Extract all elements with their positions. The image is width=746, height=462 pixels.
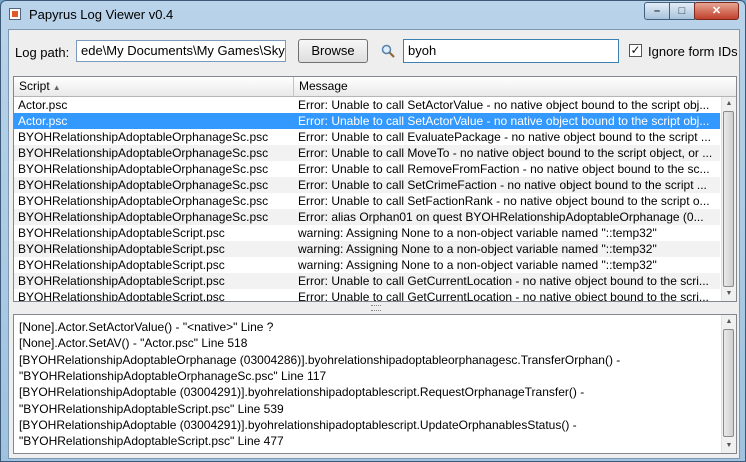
trace-line: [BYOHRelationshipAdoptable (03004291)].b…: [19, 385, 585, 400]
cell-message: Error: Unable to call GetCurrentLocation…: [298, 274, 709, 288]
table-row[interactable]: BYOHRelationshipAdoptableOrphanageSc.psc…: [14, 177, 720, 193]
table-row[interactable]: Actor.psc Error: Unable to call SetActorV…: [14, 97, 720, 113]
client-area: Log path: ede\My Documents\My Games\Skyr…: [8, 29, 740, 459]
cell-script: BYOHRelationshipAdoptableScript.psc: [18, 274, 225, 288]
cell-script: BYOHRelationshipAdoptableScript.psc: [18, 242, 225, 256]
sort-ascending-icon: ▲: [52, 83, 61, 92]
cell-message: Error: Unable to call EvaluatePackage - …: [298, 130, 711, 144]
table-row[interactable]: BYOHRelationshipAdoptableScript.psc warni…: [14, 257, 720, 273]
table-row[interactable]: BYOHRelationshipAdoptableScript.psc warni…: [14, 241, 720, 257]
pane-splitter[interactable]: [13, 302, 735, 312]
splitter-grip-icon[interactable]: [371, 305, 381, 311]
trace-line: [BYOHRelationshipAdoptableOrphanage (030…: [19, 352, 621, 367]
cell-script: BYOHRelationshipAdoptableOrphanageSc.psc: [18, 130, 269, 144]
table-header: Script ▲ Message: [14, 77, 736, 97]
log-path-input[interactable]: ede\My Documents\My Games\Skyrim: [76, 40, 286, 62]
table-scrollbar[interactable]: ▲ ▼: [721, 97, 736, 301]
trace-scrollbar-thumb[interactable]: [723, 329, 734, 437]
trace-line: [BYOHRelationshipAdoptable (03004291)].b…: [19, 417, 577, 432]
cell-message: warning: Assigning None to a non-object …: [298, 242, 657, 256]
table-row[interactable]: BYOHRelationshipAdoptableScript.psc Error…: [14, 273, 720, 289]
browse-button[interactable]: Browse: [298, 39, 368, 63]
ignore-form-ids-checkbox[interactable]: ✓: [629, 44, 642, 57]
cell-message: Error: Unable to call RemoveFromFaction …: [298, 162, 710, 176]
cell-script: BYOHRelationshipAdoptableOrphanageSc.psc: [18, 146, 269, 160]
cell-message: Error: Unable to call SetCrimeFaction - …: [298, 178, 707, 192]
cell-message: Error: alias Orphan01 on quest BYOHRelat…: [298, 210, 704, 224]
log-path-label: Log path:: [15, 45, 70, 60]
trace-scroll-down-icon[interactable]: ▼: [722, 439, 736, 453]
trace-line: "BYOHRelationshipAdoptableOrphanageSc.ps…: [19, 368, 327, 383]
trace-line: [None].Actor.SetActorValue() - "<native>…: [19, 320, 274, 334]
log-table: Script ▲ Message Actor.psc Error: Unable t…: [13, 76, 737, 302]
table-row[interactable]: BYOHRelationshipAdoptableScript.psc warni…: [14, 225, 720, 241]
table-row[interactable]: BYOHRelationshipAdoptableScript.psc Error…: [14, 289, 720, 302]
cell-message: warning: Assigning None to a non-object …: [298, 226, 657, 240]
column-header-script[interactable]: Script ▲: [14, 77, 294, 96]
column-header-script-label: Script: [19, 79, 50, 93]
table-row[interactable]: BYOHRelationshipAdoptableOrphanageSc.psc…: [14, 145, 720, 161]
cell-script: BYOHRelationshipAdoptableOrphanageSc.psc: [18, 210, 269, 224]
minimize-button[interactable]: –: [644, 2, 670, 20]
ignore-form-ids-label[interactable]: Ignore form IDs: [648, 44, 738, 59]
magnifier-icon: [381, 44, 395, 58]
column-header-message[interactable]: Message: [294, 77, 722, 96]
trace-line: "BYOHRelationshipAdoptableScript.psc" Li…: [19, 401, 284, 416]
cell-script: BYOHRelationshipAdoptableScript.psc: [18, 226, 225, 240]
cell-script: BYOHRelationshipAdoptableOrphanageSc.psc: [18, 178, 269, 192]
table-row[interactable]: BYOHRelationshipAdoptableOrphanageSc.psc…: [14, 161, 720, 177]
cell-message: Error: Unable to call MoveTo - no native…: [298, 146, 713, 160]
cell-script: BYOHRelationshipAdoptableScript.psc: [18, 290, 225, 302]
scroll-down-icon[interactable]: ▼: [722, 287, 736, 301]
app-icon: [9, 8, 21, 20]
cell-message: warning: Assigning None to a non-object …: [298, 258, 657, 272]
table-row[interactable]: BYOHRelationshipAdoptableOrphanageSc.psc…: [14, 209, 720, 225]
table-row[interactable]: Actor.psc Error: Unable to call SetActorV…: [14, 113, 720, 129]
cell-script: BYOHRelationshipAdoptableOrphanageSc.psc: [18, 162, 269, 176]
cell-script: Actor.psc: [18, 114, 68, 128]
table-body: Actor.psc Error: Unable to call SetActorV…: [14, 97, 720, 302]
app-window: Papyrus Log Viewer v0.4 – □ ✕ Log path: …: [0, 0, 746, 462]
cell-message: Error: Unable to call SetFactionRank - n…: [298, 194, 710, 208]
title-bar[interactable]: Papyrus Log Viewer v0.4 – □ ✕: [1, 1, 745, 29]
table-row[interactable]: BYOHRelationshipAdoptableOrphanageSc.psc…: [14, 193, 720, 209]
trace-scrollbar[interactable]: ▲ ▼: [721, 315, 736, 453]
checkmark-icon: ✓: [630, 43, 641, 57]
cell-script: BYOHRelationshipAdoptableOrphanageSc.psc: [18, 194, 269, 208]
trace-scroll-up-icon[interactable]: ▲: [722, 315, 736, 329]
cell-message: Error: Unable to call GetCurrentLocation…: [298, 290, 709, 302]
scrollbar-thumb[interactable]: [723, 111, 734, 287]
trace-line: "BYOHRelationshipAdoptableScript.psc" Li…: [19, 434, 284, 449]
window-title: Papyrus Log Viewer v0.4: [29, 7, 174, 22]
close-button[interactable]: ✕: [694, 2, 739, 20]
scroll-up-icon[interactable]: ▲: [722, 97, 736, 111]
cell-script: BYOHRelationshipAdoptableScript.psc: [18, 258, 225, 272]
filter-input[interactable]: byoh: [403, 39, 619, 63]
maximize-button[interactable]: □: [669, 2, 695, 20]
cell-message: Error: Unable to call SetActorValue - no…: [298, 114, 710, 128]
stack-trace-panel[interactable]: ▲ ▼ [None].Actor.SetActorValue() - "<nat…: [13, 314, 737, 454]
cell-message: Error: Unable to call SetActorValue - no…: [298, 98, 710, 112]
cell-script: Actor.psc: [18, 98, 68, 112]
table-row[interactable]: BYOHRelationshipAdoptableOrphanageSc.psc…: [14, 129, 720, 145]
trace-line: [None].Actor.SetAV() - "Actor.psc" Line …: [19, 336, 248, 351]
